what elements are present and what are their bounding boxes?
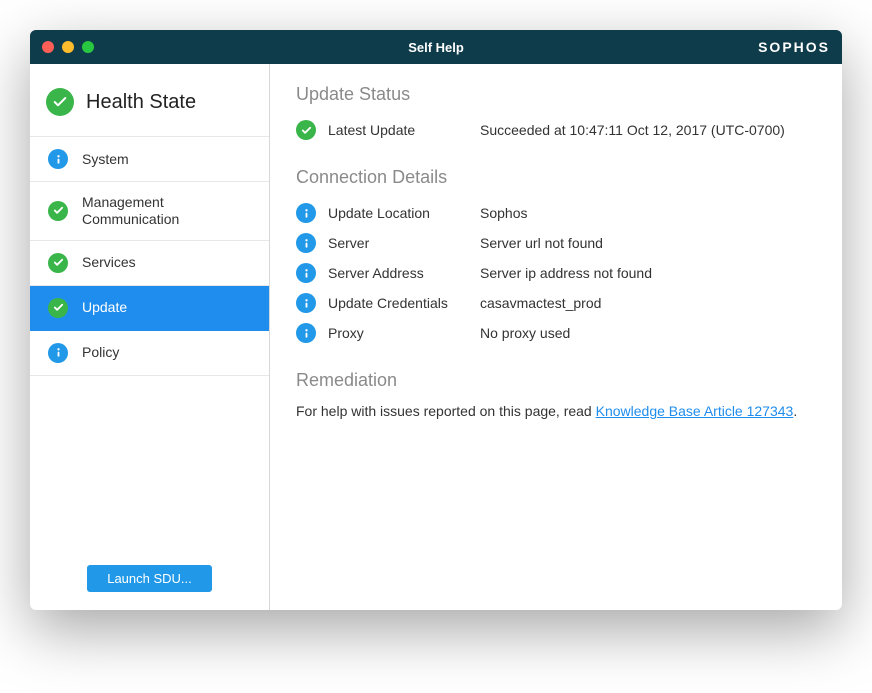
check-icon <box>46 88 74 116</box>
row-label: Update Location <box>328 205 468 221</box>
sidebar-item-label: Update <box>82 299 127 316</box>
titlebar: Self Help SOPHOS <box>30 30 842 64</box>
app-window: Self Help SOPHOS Health State System <box>30 30 842 610</box>
row-label: Update Credentials <box>328 295 468 311</box>
remediation-text-after: . <box>793 403 797 419</box>
connection-details-section: Connection Details Update Location Sopho… <box>296 167 816 348</box>
info-icon <box>296 233 316 253</box>
remediation-section: Remediation For help with issues reporte… <box>296 370 816 422</box>
detail-row: Proxy No proxy used <box>296 318 816 348</box>
section-title: Remediation <box>296 370 816 391</box>
window-title: Self Help <box>30 40 842 55</box>
info-icon <box>296 293 316 313</box>
sidebar-footer: Launch SDU... <box>30 547 269 610</box>
info-icon <box>48 149 68 169</box>
row-value: casavmactest_prod <box>480 295 816 311</box>
sidebar-item-services[interactable]: Services <box>30 241 269 286</box>
row-value: No proxy used <box>480 325 816 341</box>
remediation-text: For help with issues reported on this pa… <box>296 401 816 422</box>
kb-article-link[interactable]: Knowledge Base Article 127343 <box>596 403 794 419</box>
check-icon <box>296 120 316 140</box>
status-row: Latest Update Succeeded at 10:47:11 Oct … <box>296 115 816 145</box>
sidebar-item-policy[interactable]: Policy <box>30 331 269 376</box>
app-body: Health State System Management Communica… <box>30 64 842 610</box>
row-label: Proxy <box>328 325 468 341</box>
sidebar-nav: System Management Communication Services <box>30 136 269 376</box>
row-label: Server Address <box>328 265 468 281</box>
row-value: Server ip address not found <box>480 265 816 281</box>
sidebar-item-label: Management Communication <box>82 194 251 228</box>
sidebar-item-label: Policy <box>82 344 119 361</box>
detail-row: Update Location Sophos <box>296 198 816 228</box>
row-value: Server url not found <box>480 235 816 251</box>
info-icon <box>296 263 316 283</box>
check-icon <box>48 201 68 221</box>
detail-row: Server Address Server ip address not fou… <box>296 258 816 288</box>
sidebar-item-label: System <box>82 151 129 168</box>
detail-row: Server Server url not found <box>296 228 816 258</box>
row-label: Latest Update <box>328 122 468 138</box>
launch-sdu-button[interactable]: Launch SDU... <box>87 565 212 592</box>
section-title: Connection Details <box>296 167 816 188</box>
sidebar-item-management-communication[interactable]: Management Communication <box>30 182 269 241</box>
row-value: Sophos <box>480 205 816 221</box>
health-state-header: Health State <box>30 80 269 136</box>
update-status-section: Update Status Latest Update Succeeded at… <box>296 84 816 145</box>
content-area: Update Status Latest Update Succeeded at… <box>270 64 842 610</box>
check-icon <box>48 253 68 273</box>
sidebar-item-system[interactable]: System <box>30 137 269 182</box>
info-icon <box>296 323 316 343</box>
check-icon <box>48 298 68 318</box>
section-title: Update Status <box>296 84 816 105</box>
sidebar-item-update[interactable]: Update <box>30 286 269 331</box>
health-state-label: Health State <box>86 91 196 114</box>
detail-row: Update Credentials casavmactest_prod <box>296 288 816 318</box>
remediation-text-before: For help with issues reported on this pa… <box>296 403 596 419</box>
info-icon <box>296 203 316 223</box>
info-icon <box>48 343 68 363</box>
row-value: Succeeded at 10:47:11 Oct 12, 2017 (UTC-… <box>480 122 816 138</box>
sidebar-item-label: Services <box>82 254 136 271</box>
row-label: Server <box>328 235 468 251</box>
sidebar: Health State System Management Communica… <box>30 64 270 610</box>
